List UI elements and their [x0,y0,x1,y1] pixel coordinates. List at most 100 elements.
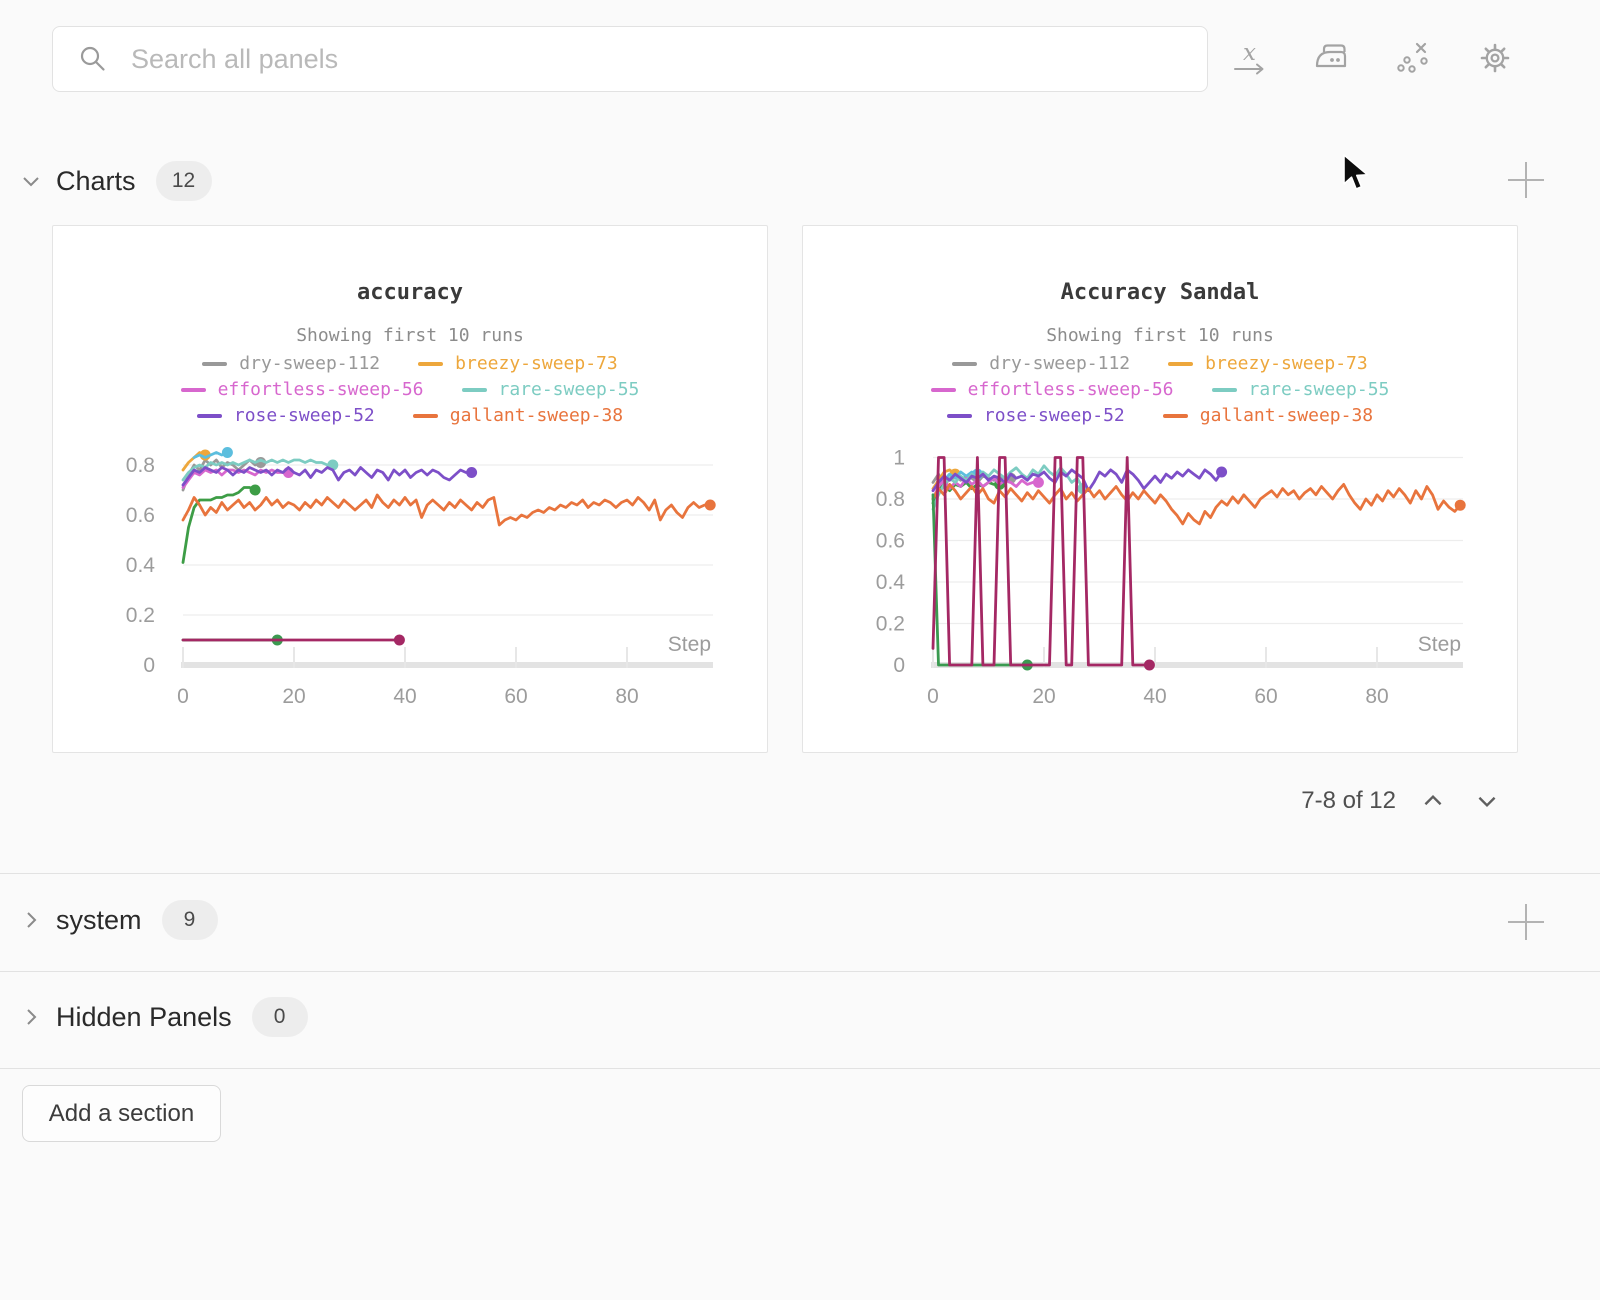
legend-item: dry-sweep-112 [202,355,380,373]
panel-count-badge: 12 [156,161,212,200]
chart-title: accuracy [53,280,767,305]
charts-panel-grid: accuracy Showing first 10 runs dry-sweep… [52,225,1518,753]
line-chart-svg: 0 20 40 60 80 0 0.2 0.4 0.6 0.8 1 Step [811,433,1511,718]
svg-text:40: 40 [393,685,416,708]
chart-legend: dry-sweep-112 breezy-sweep-73 effortless-s… [803,351,1517,429]
svg-text:x: x [1243,40,1256,66]
pagination-label: 7-8 of 12 [1301,787,1396,815]
svg-text:0: 0 [927,685,939,708]
legend-label: rare-sweep-55 [499,381,640,399]
svg-text:80: 80 [615,685,638,708]
chart-title: Accuracy Sandal [803,280,1517,305]
svg-text:0: 0 [177,685,189,708]
divider [0,1068,1600,1069]
chart-legend: dry-sweep-112 breezy-sweep-73 effortless-s… [53,351,767,429]
legend-swatch [181,388,206,392]
legend-item: breezy-sweep-73 [1168,355,1368,373]
svg-text:60: 60 [1254,685,1277,708]
chart-panel-accuracy-sandal[interactable]: Accuracy Sandal Showing first 10 runs dr… [802,225,1518,753]
legend-label: dry-sweep-112 [989,355,1130,373]
svg-text:0.4: 0.4 [876,571,906,594]
legend-label: gallant-sweep-38 [450,407,623,425]
legend-item: effortless-sweep-56 [181,381,424,399]
section-title[interactable]: Hidden Panels [56,1002,232,1033]
chevron-right-icon[interactable] [18,1004,44,1030]
remove-outliers-icon[interactable] [1394,39,1432,77]
svg-text:0.8: 0.8 [876,488,905,511]
svg-text:0.6: 0.6 [876,530,905,553]
legend-item: rose-sweep-52 [947,407,1125,425]
section-charts-header: Charts 12 [18,158,212,204]
legend-swatch [197,414,222,418]
section-title[interactable]: Charts [56,166,136,197]
legend-label: effortless-sweep-56 [968,381,1174,399]
legend-label: breezy-sweep-73 [455,355,618,373]
divider [0,971,1600,972]
chevron-down-icon[interactable] [18,168,44,194]
section-title[interactable]: system [56,905,142,936]
x-axis-expression-icon[interactable]: x [1230,39,1268,77]
svg-text:40: 40 [1143,685,1166,708]
legend-swatch [462,388,487,392]
svg-text:0.2: 0.2 [876,613,905,636]
svg-text:1: 1 [893,447,905,470]
search-input[interactable] [129,43,1183,76]
svg-text:20: 20 [1032,685,1055,708]
legend-swatch [1168,362,1193,366]
svg-text:0: 0 [893,654,905,677]
legend-swatch [418,362,443,366]
legend-label: rose-sweep-52 [984,407,1125,425]
chart-plot-area[interactable]: 0 20 40 60 80 0 0.2 0.4 0.6 0.8 1 Step [811,433,1511,718]
legend-item: breezy-sweep-73 [418,355,618,373]
search-icon [77,43,109,75]
legend-item: rare-sweep-55 [1212,381,1390,399]
legend-swatch [947,414,972,418]
section-system-header[interactable]: system 9 [18,885,218,955]
settings-gear-icon[interactable] [1476,39,1514,77]
mouse-cursor [1342,153,1372,195]
legend-label: breezy-sweep-73 [1205,355,1368,373]
legend-item: gallant-sweep-38 [413,407,623,425]
legend-label: rare-sweep-55 [1249,381,1390,399]
panel-count-badge: 9 [162,900,218,939]
svg-text:80: 80 [1365,685,1388,708]
legend-swatch [1212,388,1237,392]
legend-label: dry-sweep-112 [239,355,380,373]
panel-count-badge: 0 [252,997,308,1036]
panel-search-bar[interactable] [52,26,1208,92]
legend-label: gallant-sweep-38 [1200,407,1373,425]
line-chart-svg: 02040608000.20.40.60.8Step [61,433,761,718]
panel-pagination: 7-8 of 12 [1301,780,1504,822]
legend-item: dry-sweep-112 [952,355,1130,373]
svg-text:0: 0 [143,654,155,677]
legend-swatch [1163,414,1188,418]
add-section-button[interactable]: Add a section [22,1085,221,1142]
svg-text:0.6: 0.6 [126,504,155,527]
svg-text:0.4: 0.4 [126,554,156,577]
svg-text:60: 60 [504,685,527,708]
legend-item: effortless-sweep-56 [931,381,1174,399]
section-hidden-panels-header[interactable]: Hidden Panels 0 [18,982,308,1052]
legend-swatch [202,362,227,366]
legend-label: effortless-sweep-56 [218,381,424,399]
legend-item: gallant-sweep-38 [1163,407,1373,425]
page-up-icon[interactable] [1416,784,1450,818]
chart-plot-area[interactable]: 02040608000.20.40.60.8Step [61,433,761,718]
add-panel-button[interactable] [1505,159,1547,201]
page-down-icon[interactable] [1470,784,1504,818]
chart-subtitle: Showing first 10 runs [803,325,1517,346]
chevron-right-icon[interactable] [18,907,44,933]
divider [0,873,1600,874]
legend-swatch [931,388,956,392]
legend-label: rose-sweep-52 [234,407,375,425]
svg-text:0.8: 0.8 [126,454,155,477]
chart-panel-accuracy[interactable]: accuracy Showing first 10 runs dry-sweep… [52,225,768,753]
smoothing-iron-icon[interactable] [1312,39,1350,77]
svg-text:20: 20 [282,685,305,708]
workspace-toolbar: x [1230,38,1514,78]
add-panel-button[interactable] [1505,901,1547,943]
legend-item: rare-sweep-55 [462,381,640,399]
chart-subtitle: Showing first 10 runs [53,325,767,346]
legend-swatch [413,414,438,418]
svg-text:Step: Step [1418,633,1461,656]
